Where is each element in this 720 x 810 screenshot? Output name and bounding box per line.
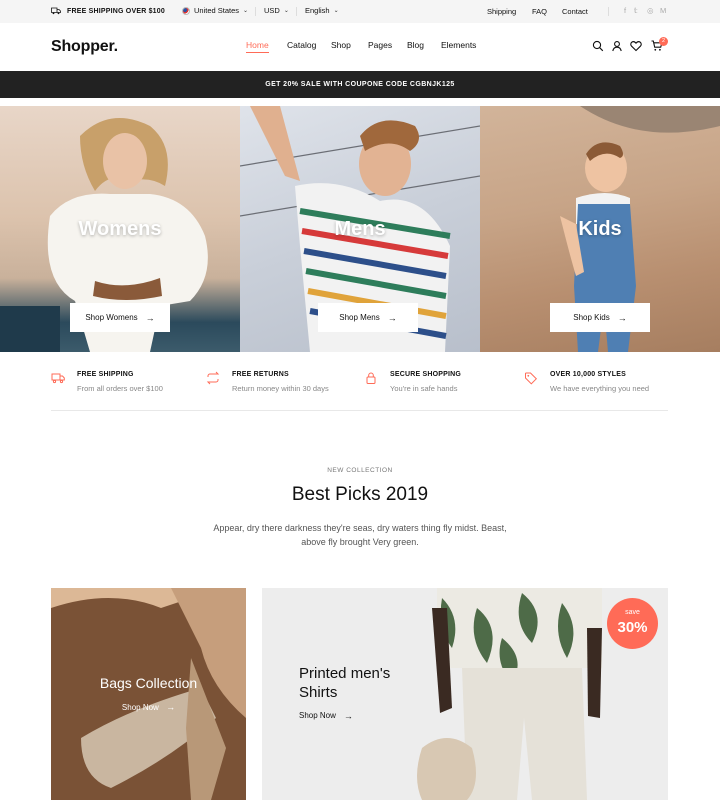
printed-shirts-card[interactable]: Printed men's Shirts Shop Now → save 30% <box>262 588 668 800</box>
divider <box>296 7 297 16</box>
shop-now-label: Shop Now <box>299 711 336 720</box>
nav-blog[interactable]: Blog <box>407 40 424 50</box>
shop-now-label: Shop Now <box>121 703 159 712</box>
medium-icon[interactable]: M <box>660 6 666 15</box>
bags-collection-card[interactable]: Bags Collection Shop Now → <box>51 588 246 800</box>
user-icon[interactable] <box>611 40 623 52</box>
main-header: Shopper. Home Catalog Shop Pages Blog El… <box>0 23 720 71</box>
faq-link[interactable]: FAQ <box>532 7 547 16</box>
hero-kids[interactable]: Kids Shop Kids → <box>480 106 720 352</box>
arrow-right-icon: → <box>387 312 397 323</box>
arrow-right-icon: → <box>161 702 176 712</box>
arrow-right-icon: → <box>617 312 627 323</box>
shop-kids-button[interactable]: Shop Kids → <box>550 303 650 332</box>
promo-text: GET 20% SALE WITH COUPONE CODE CGBNJK125 <box>265 81 455 88</box>
shop-kids-label: Shop Kids <box>573 313 610 322</box>
feature-title: OVER 10,000 STYLES <box>550 371 626 378</box>
search-icon[interactable] <box>592 40 604 52</box>
collection-title: Best Picks 2019 <box>291 484 429 505</box>
save-badge-value: 30% <box>617 619 648 636</box>
contact-link[interactable]: Contact <box>562 7 588 16</box>
arrow-right-icon: → <box>145 312 155 323</box>
free-shipping-text: FREE SHIPPING OVER $100 <box>67 7 165 15</box>
collection-eyebrow: NEW COLLECTION <box>327 467 393 474</box>
feature-subtitle: You're in safe hands <box>390 384 458 393</box>
lock-icon <box>366 372 376 384</box>
hero-mens[interactable]: Mens Shop Mens → <box>240 106 480 352</box>
save-badge-label: save <box>625 609 640 616</box>
nav-elements[interactable]: Elements <box>441 40 476 50</box>
hero-womens[interactable]: Womens Shop Womens → <box>0 106 240 352</box>
facebook-icon[interactable]: f <box>624 6 626 15</box>
language-label: English <box>305 6 330 15</box>
instagram-icon[interactable]: ◎ <box>647 6 654 15</box>
shop-mens-button[interactable]: Shop Mens → <box>318 303 418 332</box>
save-badge: save 30% <box>607 598 658 649</box>
shop-womens-label: Shop Womens <box>85 313 138 322</box>
feature-title: SECURE SHOPPING <box>390 371 462 378</box>
us-flag-icon <box>182 6 190 15</box>
nav-home[interactable]: Home <box>246 40 269 53</box>
bags-shop-now-link[interactable]: Shop Now → <box>51 702 246 712</box>
chevron-down-icon: ⌄ <box>243 8 249 14</box>
arrow-right-icon: → <box>343 711 353 721</box>
collection-description: Appear, dry there darkness they're seas,… <box>213 523 507 547</box>
shop-womens-button[interactable]: Shop Womens → <box>70 303 170 332</box>
shirts-shop-now-link[interactable]: Shop Now → <box>299 711 353 721</box>
divider <box>608 7 609 16</box>
currency-label: USD <box>264 6 280 15</box>
feature-subtitle: We have everything you need <box>550 384 650 393</box>
cart-count-badge: 2 <box>659 37 668 46</box>
divider <box>255 7 256 16</box>
chevron-down-icon: ⌄ <box>333 8 339 14</box>
logo[interactable]: Shopper. <box>51 38 118 56</box>
shop-mens-label: Shop Mens <box>339 313 380 322</box>
nav-shop[interactable]: Shop <box>331 40 351 50</box>
feature-subtitle: Return money within 30 days <box>232 384 329 393</box>
tag-icon <box>525 372 538 385</box>
language-selector[interactable]: English ⌄ <box>305 6 339 15</box>
truck-icon <box>51 7 61 15</box>
bags-photo <box>51 588 246 800</box>
free-shipping-notice: FREE SHIPPING OVER $100 <box>51 7 165 15</box>
country-label: United States <box>194 6 240 15</box>
repeat-icon <box>206 371 220 385</box>
nav-pages[interactable]: Pages <box>368 40 392 50</box>
promo-bar: GET 20% SALE WITH COUPONE CODE CGBNJK125 <box>0 71 720 98</box>
feature-title: FREE RETURNS <box>232 371 289 378</box>
shirts-card-title: Printed men's Shirts <box>299 665 391 701</box>
hero-womens-title: Womens <box>78 218 162 240</box>
topbar: FREE SHIPPING OVER $100 United States ⌄ … <box>0 0 720 23</box>
feature-title: FREE SHIPPING <box>77 371 134 378</box>
hero-kids-title: Kids <box>578 218 622 240</box>
hero-mens-title: Mens <box>334 218 386 240</box>
section-divider <box>51 410 668 411</box>
feature-subtitle: From all orders over $100 <box>77 384 163 393</box>
chevron-down-icon: ⌄ <box>283 8 289 14</box>
heart-icon[interactable] <box>630 40 642 52</box>
truck-icon <box>51 373 65 384</box>
nav-catalog[interactable]: Catalog <box>287 40 316 50</box>
currency-selector[interactable]: USD ⌄ <box>264 6 289 15</box>
country-selector[interactable]: United States ⌄ <box>182 6 248 15</box>
twitter-icon[interactable]: 𝕥 <box>634 6 638 15</box>
shipping-link[interactable]: Shipping <box>487 7 516 16</box>
bags-card-title: Bags Collection <box>99 675 198 691</box>
